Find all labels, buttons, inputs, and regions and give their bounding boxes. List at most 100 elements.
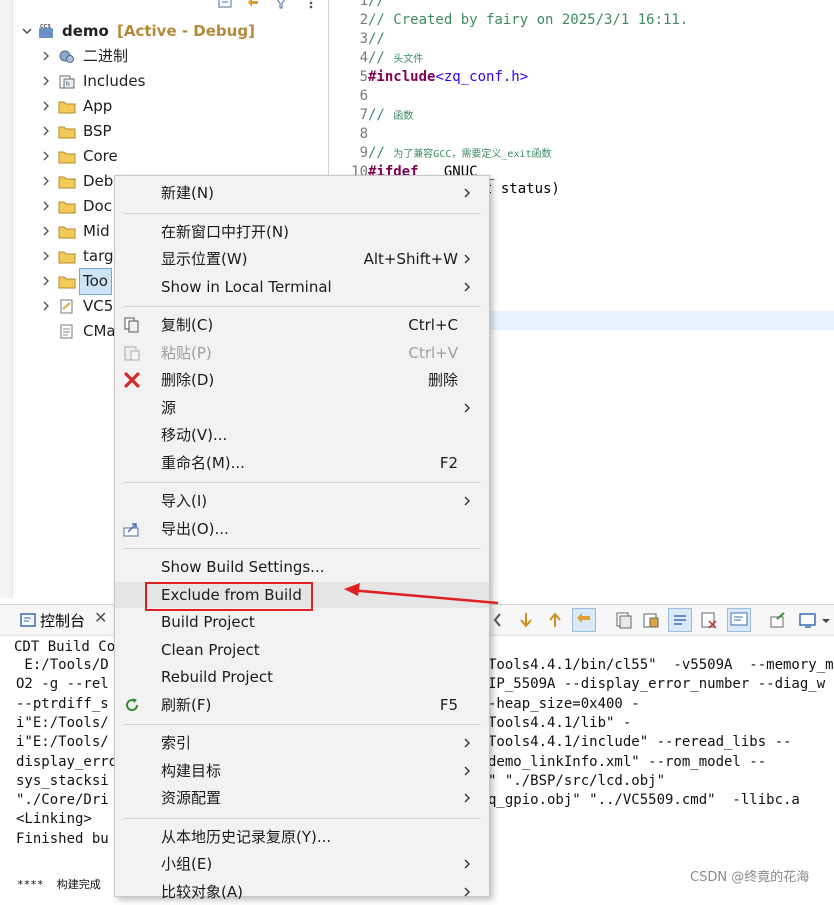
code-line: 5#include<zq_conf.h>: [344, 68, 528, 87]
code-line: 6: [344, 87, 368, 106]
tree-item-label: Includes: [83, 69, 145, 94]
chevron-right-icon[interactable]: [41, 51, 51, 61]
collapse-all-icon[interactable]: [218, 0, 232, 10]
chevron-right-icon[interactable]: [41, 226, 51, 236]
chevron-right-icon[interactable]: [41, 276, 51, 286]
chevron-right-icon[interactable]: [41, 151, 51, 161]
menu-separator: [123, 482, 481, 483]
chevron-right-icon[interactable]: [41, 126, 51, 136]
arrow-up-icon[interactable]: [544, 609, 566, 631]
menu-item-label: Build Project: [161, 609, 255, 635]
menu-item-27[interactable]: 从本地历史记录复原(Y)...: [115, 824, 489, 850]
pin-console-icon[interactable]: [767, 609, 789, 631]
chevron-right-icon[interactable]: [41, 301, 51, 311]
menu-item-20[interactable]: Rebuild Project: [115, 664, 489, 690]
console-line-left: i"E:/Tools/: [16, 733, 109, 751]
link-console-icon[interactable]: [573, 609, 595, 631]
menu-item-4[interactable]: Show in Local Terminal: [115, 274, 489, 300]
tree-item-label: Mid: [83, 219, 110, 244]
line-number: 4: [344, 49, 368, 68]
scroll-left-icon[interactable]: [488, 609, 510, 631]
filter-icon[interactable]: [274, 0, 288, 10]
tree-item-4[interactable]: Core: [0, 144, 328, 169]
menu-item-2[interactable]: 在新窗口中打开(N): [115, 219, 489, 245]
chevron-right-icon[interactable]: [41, 101, 51, 111]
line-number: 1: [344, 0, 368, 11]
paste-icon: [123, 345, 141, 361]
menu-item-8[interactable]: 删除(D)删除: [115, 367, 489, 393]
tree-item-3[interactable]: BSP: [0, 119, 328, 144]
tree-root-project[interactable]: CCS demo [Active - Debug]: [0, 19, 328, 44]
view-menu-icon[interactable]: [304, 0, 318, 10]
menu-item-label: 源: [161, 395, 176, 421]
tree-item-label: Deb: [83, 169, 113, 194]
menu-item-label: 索引: [161, 730, 191, 756]
menu-item-label: 重命名(M)...: [161, 450, 245, 476]
clear-console-icon[interactable]: [698, 609, 720, 631]
menu-item-label: 资源配置: [161, 785, 221, 811]
annotation-highlight-box: [145, 582, 313, 611]
menu-item-13[interactable]: 导入(I): [115, 488, 489, 514]
menu-item-shortcut: Ctrl+V: [408, 340, 458, 366]
code-comment: //: [368, 107, 393, 123]
menu-item-29[interactable]: 比较对象(A): [115, 879, 489, 905]
code-line: 3//: [344, 30, 385, 49]
menu-item-6[interactable]: 复制(C)Ctrl+C: [115, 312, 489, 338]
menu-item-14[interactable]: 导出(O)...: [115, 516, 489, 542]
dropdown-arrow-icon[interactable]: [819, 609, 833, 631]
code-comment-cjk: 函数: [393, 111, 413, 122]
chevron-right-icon[interactable]: [41, 176, 51, 186]
chevron-down-icon[interactable]: [22, 26, 32, 36]
console-line-right: Tools4.4.1/lib" -: [488, 714, 631, 732]
chevron-right-icon[interactable]: [41, 76, 51, 86]
menu-item-3[interactable]: 显示位置(W)Alt+Shift+W: [115, 246, 489, 272]
submenu-arrow-icon: [464, 254, 471, 264]
new-console-icon[interactable]: [797, 609, 819, 631]
menu-item-24[interactable]: 构建目标: [115, 758, 489, 784]
console-line-left: E:/Tools/D: [16, 656, 109, 674]
copy-console-icon[interactable]: [613, 609, 635, 631]
console-line-left: display_erro: [16, 753, 117, 771]
code-line: 2// Created by fairy on 2025/3/1 16:11.: [344, 11, 688, 30]
menu-item-0[interactable]: 新建(N): [115, 180, 489, 206]
display-selected-console-icon[interactable]: [728, 609, 750, 631]
menu-item-25[interactable]: 资源配置: [115, 785, 489, 811]
submenu-arrow-icon: [464, 766, 471, 776]
menu-item-18[interactable]: Build Project: [115, 609, 489, 635]
code-keyword: #include: [368, 69, 435, 85]
menu-item-28[interactable]: 小组(E): [115, 851, 489, 877]
menu-item-23[interactable]: 索引: [115, 730, 489, 756]
menu-item-label: 删除(D): [161, 367, 214, 393]
folder-icon: [58, 149, 76, 164]
menu-separator: [123, 548, 481, 549]
project-status: [Active - Debug]: [117, 19, 255, 44]
menu-item-21[interactable]: 刷新(F)F5: [115, 692, 489, 718]
paste-console-icon[interactable]: [640, 609, 662, 631]
menu-item-10[interactable]: 移动(V)...: [115, 422, 489, 448]
submenu-arrow-icon: [464, 793, 471, 803]
binaries-icon: [58, 49, 76, 64]
menu-item-label: Show Build Settings...: [161, 554, 325, 580]
link-editor-icon[interactable]: [246, 0, 260, 10]
tree-item-2[interactable]: App: [0, 94, 328, 119]
menu-item-7[interactable]: 粘贴(P)Ctrl+V: [115, 340, 489, 366]
chevron-right-icon[interactable]: [41, 251, 51, 261]
menu-item-9[interactable]: 源: [115, 395, 489, 421]
console-icon: [20, 612, 36, 628]
console-tab-label[interactable]: 控制台: [40, 610, 85, 631]
tree-item-0[interactable]: 二进制: [0, 44, 328, 69]
close-icon[interactable]: ✕: [94, 608, 107, 627]
menu-item-16[interactable]: Show Build Settings...: [115, 554, 489, 580]
console-line-left: --ptrdiff_s: [16, 695, 109, 713]
code-comment: //: [368, 50, 393, 66]
console-line-right: Tools4.4.1/bin/cl55" -v5509A --memory_mo…: [488, 656, 834, 674]
arrow-down-icon[interactable]: [515, 609, 537, 631]
tree-item-1[interactable]: hIncludes: [0, 69, 328, 94]
project-name: demo: [62, 19, 109, 44]
menu-item-11[interactable]: 重命名(M)...F2: [115, 450, 489, 476]
folder-icon: [58, 199, 76, 214]
chevron-right-icon[interactable]: [41, 201, 51, 211]
tree-item-label: BSP: [83, 119, 112, 144]
word-wrap-icon[interactable]: [669, 609, 691, 631]
menu-item-19[interactable]: Clean Project: [115, 637, 489, 663]
